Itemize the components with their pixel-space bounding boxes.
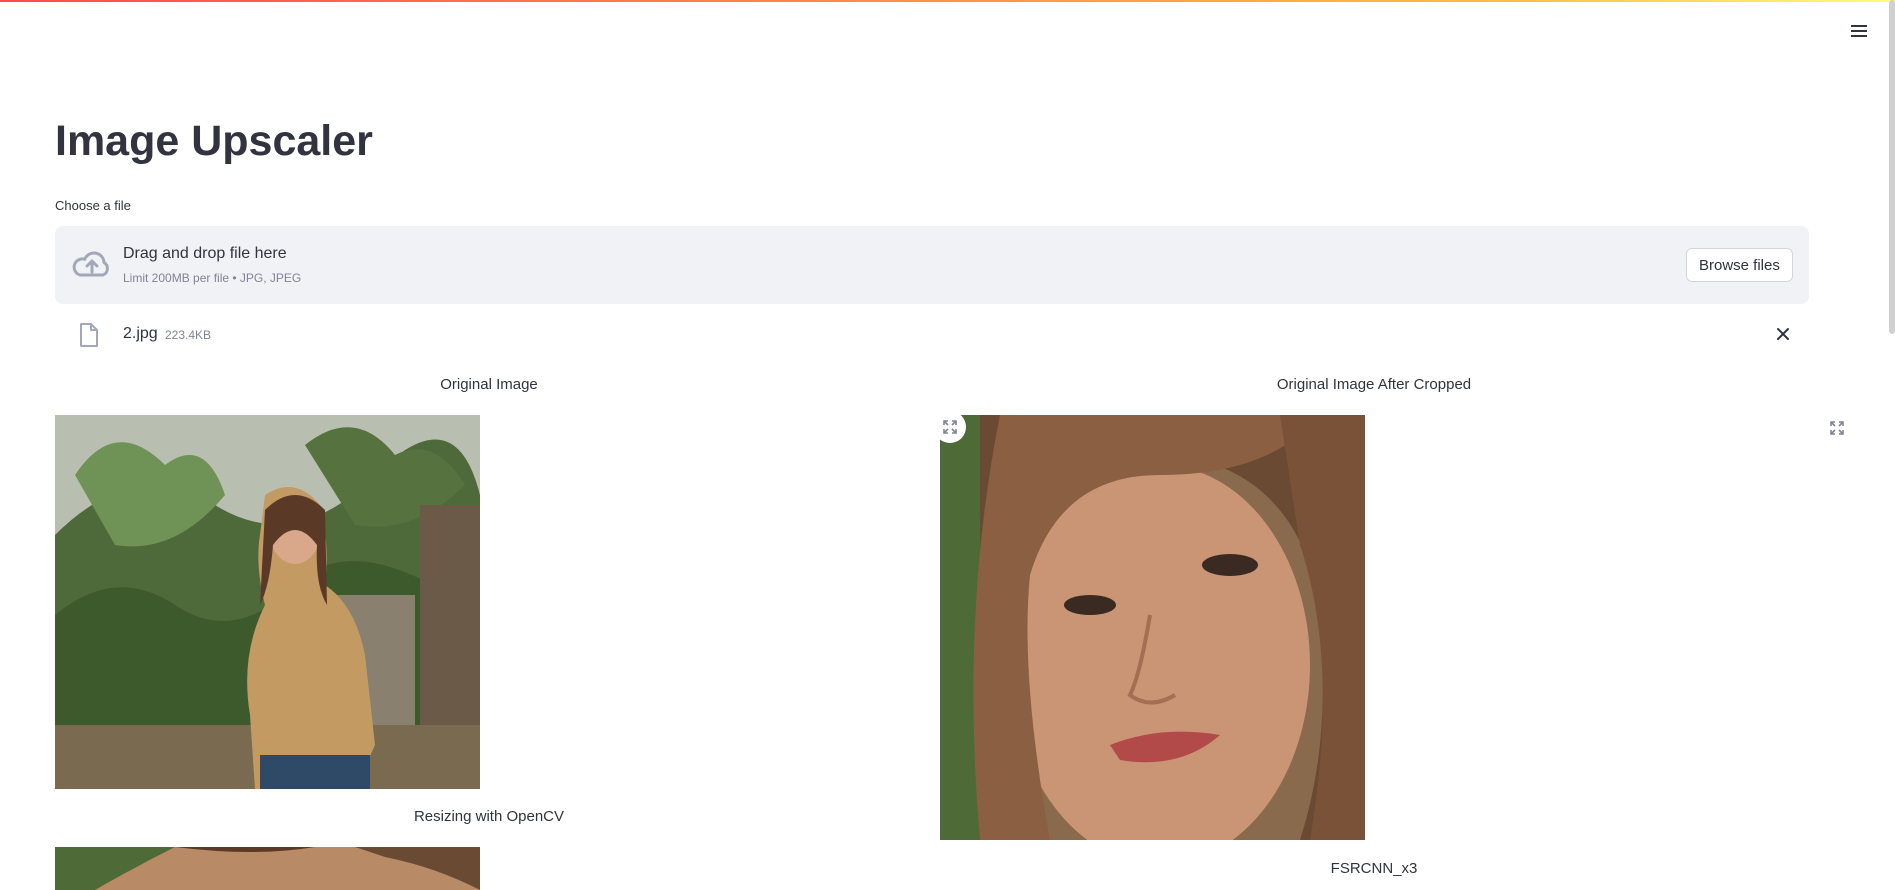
original-image-caption: Original Image <box>440 376 538 393</box>
page-title: Image Upscaler <box>55 117 373 165</box>
expand-icon <box>943 420 957 434</box>
original-photo <box>55 415 480 789</box>
expand-icon <box>1830 421 1844 435</box>
opencv-resized-image <box>55 847 480 890</box>
fullscreen-button-right[interactable] <box>1821 412 1853 444</box>
cropped-photo <box>940 415 1365 840</box>
main-menu-button[interactable] <box>1846 18 1872 44</box>
cropped-image-caption: Original Image After Cropped <box>1276 376 1472 393</box>
remove-file-button[interactable] <box>1771 322 1795 346</box>
uploader-label: Choose a file <box>55 198 131 213</box>
drop-instructions: Drag and drop file here <box>123 245 287 262</box>
file-limit-note: Limit 200MB per file • JPG, JPEG <box>123 271 302 285</box>
uploaded-file-row: 2.jpg 223.4KB <box>55 316 1809 352</box>
top-decoration-bar <box>0 0 1895 2</box>
file-dropzone[interactable]: Drag and drop file here Limit 200MB per … <box>55 226 1809 304</box>
opencv-photo <box>55 847 480 890</box>
opencv-image-caption: Resizing with OpenCV <box>413 808 565 825</box>
fsrcnn-image-caption: FSRCNN_x3 <box>1330 860 1418 877</box>
close-icon <box>1777 328 1789 340</box>
page-scrollbar[interactable] <box>1889 0 1895 334</box>
browse-files-button[interactable]: Browse files <box>1686 248 1793 282</box>
cropped-image <box>940 415 1365 840</box>
uploaded-file-size: 223.4KB <box>165 328 212 342</box>
file-icon <box>80 323 98 347</box>
original-image <box>55 415 480 789</box>
cloud-upload-icon <box>72 251 109 277</box>
uploaded-file-name: 2.jpg <box>123 325 158 342</box>
hamburger-menu-icon <box>1851 25 1867 37</box>
